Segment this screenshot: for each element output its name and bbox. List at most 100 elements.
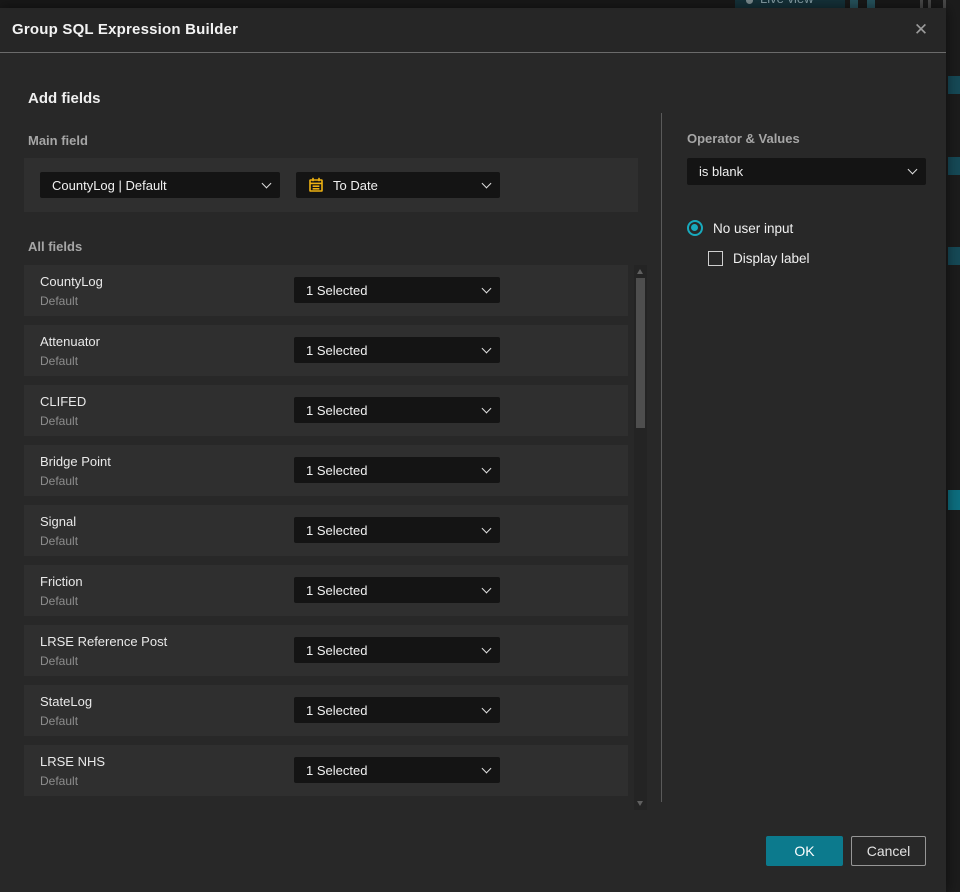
field-selected-dropdown[interactable]: 1 Selected bbox=[294, 457, 500, 483]
main-field-label: Main field bbox=[28, 133, 88, 148]
field-name: StateLog bbox=[40, 694, 93, 709]
field-selected-dropdown[interactable]: 1 Selected bbox=[294, 277, 500, 303]
field-subtitle: Default bbox=[40, 534, 79, 548]
field-name: CountyLog bbox=[40, 274, 103, 289]
field-subtitle: Default bbox=[40, 354, 79, 368]
field-selected-value: 1 Selected bbox=[306, 522, 368, 538]
checkbox-unchecked-icon bbox=[708, 251, 723, 266]
field-selected-value: 1 Selected bbox=[306, 702, 368, 718]
field-selected-value: 1 Selected bbox=[306, 642, 368, 658]
close-icon[interactable]: ✕ bbox=[910, 19, 932, 41]
field-selected-dropdown[interactable]: 1 Selected bbox=[294, 397, 500, 423]
chevron-down-icon bbox=[261, 178, 272, 188]
field-name: CLIFED bbox=[40, 394, 87, 409]
field-row: Signal Default 1 Selected bbox=[24, 505, 628, 556]
backdrop-fragment bbox=[948, 157, 960, 175]
field-row: LRSE NHS Default 1 Selected bbox=[24, 745, 628, 796]
no-user-input-radio[interactable]: No user input bbox=[687, 220, 793, 236]
field-selected-dropdown[interactable]: 1 Selected bbox=[294, 337, 500, 363]
field-name: Friction bbox=[40, 574, 83, 589]
scrollbar-thumb[interactable] bbox=[636, 278, 645, 428]
backdrop-fragment bbox=[948, 247, 960, 265]
field-selected-value: 1 Selected bbox=[306, 282, 368, 298]
all-fields-list: CountyLog Default 1 Selected Attenuator … bbox=[24, 265, 628, 805]
field-selected-dropdown[interactable]: 1 Selected bbox=[294, 577, 500, 603]
chevron-down-icon bbox=[481, 283, 492, 293]
field-selected-dropdown[interactable]: 1 Selected bbox=[294, 757, 500, 783]
chevron-down-icon bbox=[481, 643, 492, 653]
field-row: CLIFED Default 1 Selected bbox=[24, 385, 628, 436]
field-row: CountyLog Default 1 Selected bbox=[24, 265, 628, 316]
field-subtitle: Default bbox=[40, 714, 79, 728]
field-selected-dropdown[interactable]: 1 Selected bbox=[294, 517, 500, 543]
field-selected-value: 1 Selected bbox=[306, 762, 368, 778]
field-name: LRSE Reference Post bbox=[40, 634, 168, 649]
field-selected-dropdown[interactable]: 1 Selected bbox=[294, 637, 500, 663]
chevron-down-icon bbox=[481, 583, 492, 593]
backdrop-right-sliver bbox=[946, 0, 960, 892]
backdrop-fragment bbox=[867, 0, 875, 8]
field-selected-value: 1 Selected bbox=[306, 462, 368, 478]
radio-label: No user input bbox=[713, 220, 794, 236]
scrollbar[interactable] bbox=[634, 265, 647, 810]
add-fields-heading: Add fields bbox=[28, 90, 101, 107]
ok-button[interactable]: OK bbox=[766, 836, 843, 866]
main-field-panel: CountyLog | Default To Date bbox=[24, 158, 638, 212]
chevron-down-icon bbox=[481, 703, 492, 713]
field-row: Attenuator Default 1 Selected bbox=[24, 325, 628, 376]
backdrop-fragment bbox=[920, 0, 923, 8]
field-subtitle: Default bbox=[40, 774, 79, 788]
field-row: StateLog Default 1 Selected bbox=[24, 685, 628, 736]
scroll-down-icon[interactable] bbox=[637, 801, 643, 806]
backdrop-fragment bbox=[948, 76, 960, 94]
backdrop-fragment bbox=[948, 490, 960, 510]
all-fields-label: All fields bbox=[28, 239, 83, 254]
field-selected-value: 1 Selected bbox=[306, 342, 368, 358]
screen: Live view Group SQL Expression Builder ✕… bbox=[0, 0, 960, 892]
field-row: Friction Default 1 Selected bbox=[24, 565, 628, 616]
dialog-title: Group SQL Expression Builder bbox=[12, 21, 239, 38]
panel-divider bbox=[661, 113, 662, 802]
chevron-down-icon bbox=[481, 178, 492, 188]
field-subtitle: Default bbox=[40, 654, 79, 668]
operator-dropdown[interactable]: is blank bbox=[687, 158, 926, 185]
calendar-icon bbox=[309, 177, 323, 192]
backdrop-toolbar: Live view bbox=[0, 0, 960, 8]
field-name: LRSE NHS bbox=[40, 754, 106, 769]
chevron-down-icon bbox=[481, 763, 492, 773]
field-subtitle: Default bbox=[40, 294, 79, 308]
field-row: Bridge Point Default 1 Selected bbox=[24, 445, 628, 496]
field-selected-dropdown[interactable]: 1 Selected bbox=[294, 697, 500, 723]
group-sql-expression-builder-dialog: Group SQL Expression Builder ✕ Add field… bbox=[0, 8, 946, 892]
field-subtitle: Default bbox=[40, 474, 79, 488]
operator-values-heading: Operator & Values bbox=[687, 131, 800, 146]
field-type-dropdown[interactable]: To Date bbox=[296, 172, 500, 198]
live-view-label: Live view bbox=[760, 0, 813, 6]
radio-selected-icon bbox=[687, 220, 703, 236]
field-name: Attenuator bbox=[40, 334, 100, 349]
field-subtitle: Default bbox=[40, 414, 79, 428]
checkbox-label: Display label bbox=[733, 251, 810, 266]
chevron-down-icon bbox=[907, 164, 918, 175]
field-type-dropdown-value: To Date bbox=[333, 177, 378, 193]
main-field-dropdown[interactable]: CountyLog | Default bbox=[40, 172, 280, 198]
backdrop-fragment bbox=[928, 0, 931, 8]
scroll-up-icon[interactable] bbox=[637, 269, 643, 274]
field-row: LRSE Reference Post Default 1 Selected bbox=[24, 625, 628, 676]
field-name: Signal bbox=[40, 514, 77, 529]
main-field-dropdown-value: CountyLog | Default bbox=[52, 177, 167, 193]
backdrop-fragment bbox=[850, 0, 858, 8]
dialog-header: Group SQL Expression Builder ✕ bbox=[0, 8, 946, 53]
cancel-button[interactable]: Cancel bbox=[851, 836, 926, 866]
live-view-button[interactable]: Live view bbox=[735, 0, 845, 8]
chevron-down-icon bbox=[481, 463, 492, 473]
field-selected-value: 1 Selected bbox=[306, 402, 368, 418]
operator-dropdown-value: is blank bbox=[699, 164, 744, 179]
chevron-down-icon bbox=[481, 343, 492, 353]
field-subtitle: Default bbox=[40, 594, 79, 608]
chevron-down-icon bbox=[481, 523, 492, 533]
field-name: Bridge Point bbox=[40, 454, 111, 469]
chevron-down-icon bbox=[481, 403, 492, 413]
field-selected-value: 1 Selected bbox=[306, 582, 368, 598]
display-label-checkbox[interactable]: Display label bbox=[708, 251, 810, 266]
